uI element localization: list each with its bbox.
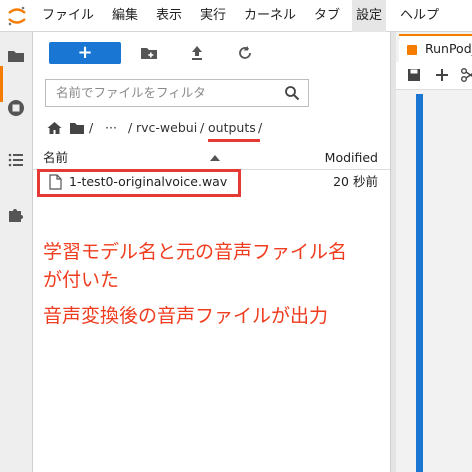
folder-crumb-icon[interactable] [69, 121, 85, 135]
commands-icon[interactable] [6, 150, 26, 170]
menu-edit[interactable]: 編集 [108, 0, 142, 32]
annotation-line-3: 音声変換後の音声ファイルが出力 [43, 305, 329, 327]
menu-view[interactable]: 表示 [152, 0, 186, 32]
active-cell-indicator [416, 94, 423, 472]
notebook-panel: RunPod_ [396, 32, 472, 472]
tab-notebook[interactable]: RunPod_ [399, 34, 472, 62]
annotation-line-2: が付いた [43, 269, 120, 291]
menu-run[interactable]: 実行 [196, 0, 230, 32]
notebook-toolbar [396, 62, 472, 90]
notebook-icon [407, 45, 417, 55]
menu-file[interactable]: ファイル [38, 0, 98, 32]
breadcrumb-rvc-webui[interactable]: rvc-webui [136, 118, 197, 138]
breadcrumb-separator: / [200, 120, 205, 135]
active-tab-indicator [0, 66, 3, 102]
upload-icon[interactable] [188, 44, 206, 62]
file-browser-panel: + 名前でファイルをフィルタ / ··· / rvc-webui / outpu… [33, 32, 390, 472]
file-list-header: 名前 Modified [33, 146, 390, 170]
new-folder-icon[interactable] [140, 44, 158, 62]
file-modified: 20 秒前 [333, 174, 378, 189]
breadcrumb-separator: / [258, 120, 263, 135]
column-modified-header[interactable]: Modified [325, 146, 378, 170]
menu-kernel[interactable]: カーネル [240, 0, 300, 32]
add-cell-icon[interactable] [434, 67, 450, 83]
menu-help[interactable]: ヘルプ [396, 0, 443, 32]
column-name-header[interactable]: 名前 [43, 146, 68, 170]
home-icon[interactable] [47, 121, 62, 135]
jupyter-logo-icon[interactable] [6, 5, 28, 27]
sort-caret-up-icon [210, 155, 220, 161]
search-icon [285, 86, 300, 101]
outputs-highlight-underline [208, 139, 260, 142]
save-icon[interactable] [406, 67, 422, 83]
cut-icon[interactable] [460, 67, 472, 83]
file-highlight-box [37, 169, 241, 197]
new-launcher-button[interactable]: + [49, 42, 121, 64]
breadcrumb-outputs[interactable]: outputs [208, 118, 256, 138]
breadcrumb-ellipsis[interactable]: ··· [105, 118, 117, 138]
tab-label: RunPod_ [425, 41, 472, 56]
annotation-line-1: 学習モデル名と元の音声ファイル名 [43, 241, 348, 263]
folder-icon[interactable] [6, 46, 26, 66]
menu-settings[interactable]: 設定 [352, 0, 387, 32]
running-icon[interactable] [6, 98, 26, 118]
breadcrumb-separator: / [128, 120, 133, 135]
plus-label: + [77, 42, 93, 63]
file-filter-search[interactable]: 名前でファイルをフィルタ [45, 79, 309, 107]
breadcrumb-separator: / [89, 120, 94, 135]
search-placeholder: 名前でファイルをフィルタ [56, 85, 206, 100]
activity-bar [0, 32, 33, 472]
refresh-icon[interactable] [236, 44, 254, 62]
menu-tabs[interactable]: タブ [310, 0, 344, 32]
extensions-icon[interactable] [6, 204, 26, 224]
menu-bar: ファイル 編集 表示 実行 カーネル タブ 設定 ヘルプ [0, 0, 472, 32]
